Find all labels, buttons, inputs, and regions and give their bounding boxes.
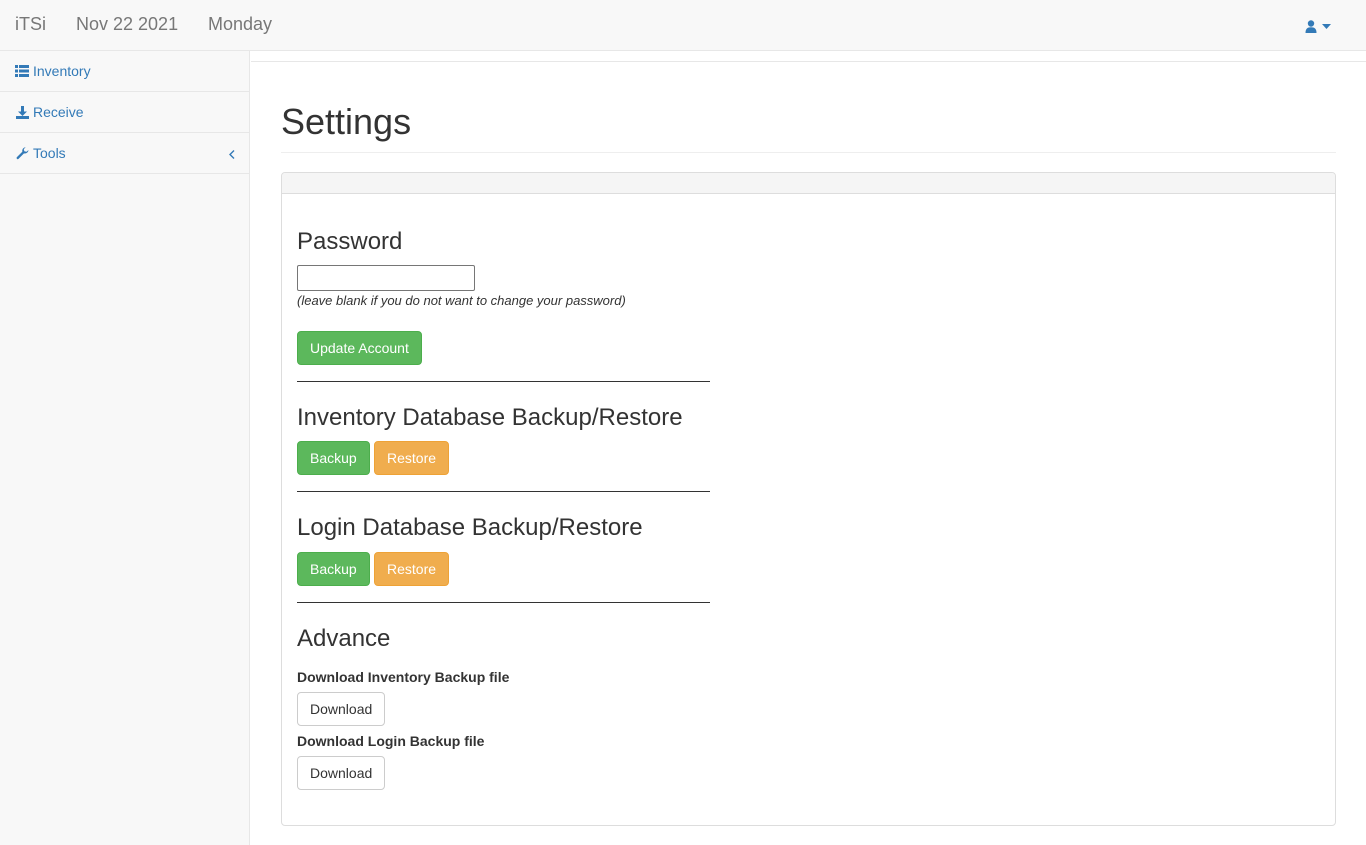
inventory-db-heading: Inventory Database Backup/Restore bbox=[297, 404, 683, 431]
download-inventory-label: Download Inventory Backup file bbox=[297, 669, 510, 685]
sidebar-item-tools[interactable]: Tools bbox=[0, 133, 249, 174]
sidebar-item-receive[interactable]: Receive bbox=[0, 92, 249, 133]
nav-date: Nov 22 2021 bbox=[76, 14, 179, 34]
panel-heading bbox=[282, 173, 1335, 194]
download-login-button[interactable]: Download bbox=[297, 756, 386, 790]
user-icon bbox=[1305, 19, 1317, 33]
password-help-text: (leave blank if you do not want to chang… bbox=[297, 293, 626, 308]
sidebar-item-label: Inventory bbox=[33, 63, 91, 79]
divider bbox=[297, 602, 710, 603]
password-heading: Password bbox=[297, 228, 403, 255]
download-login-label: Download Login Backup file bbox=[297, 733, 485, 749]
page-header: Settings bbox=[281, 100, 1336, 153]
page-title: Settings bbox=[281, 101, 412, 142]
top-navbar: iTSi Nov 22 2021 Monday bbox=[0, 0, 1366, 51]
login-db-heading: Login Database Backup/Restore bbox=[297, 514, 643, 541]
sidebar-item-label: Receive bbox=[33, 104, 84, 120]
download-inventory-button[interactable]: Download bbox=[297, 692, 386, 726]
inventory-backup-button[interactable]: Backup bbox=[297, 441, 370, 475]
divider bbox=[297, 491, 710, 492]
advance-heading: Advance bbox=[297, 625, 391, 652]
caret-down-icon bbox=[1322, 23, 1331, 29]
login-backup-button[interactable]: Backup bbox=[297, 552, 370, 586]
password-input[interactable] bbox=[297, 265, 475, 291]
wrench-icon bbox=[15, 146, 29, 160]
sidebar: Inventory Receive Tools bbox=[0, 51, 250, 845]
list-icon bbox=[15, 64, 29, 78]
divider bbox=[297, 381, 710, 382]
settings-panel: Password (leave blank if you do not want… bbox=[281, 172, 1336, 826]
user-menu-dropdown[interactable] bbox=[1305, 16, 1341, 36]
login-restore-button[interactable]: Restore bbox=[374, 552, 450, 586]
nav-day: Monday bbox=[208, 14, 273, 34]
main-content: Settings Password (leave blank if you do… bbox=[251, 61, 1366, 845]
download-icon bbox=[15, 105, 29, 119]
update-account-button[interactable]: Update Account bbox=[297, 331, 422, 365]
brand-link[interactable]: iTSi bbox=[15, 14, 46, 35]
sidebar-item-label: Tools bbox=[33, 145, 66, 161]
inventory-restore-button[interactable]: Restore bbox=[374, 441, 450, 475]
sidebar-item-inventory[interactable]: Inventory bbox=[0, 51, 249, 92]
chevron-left-icon bbox=[229, 146, 235, 162]
